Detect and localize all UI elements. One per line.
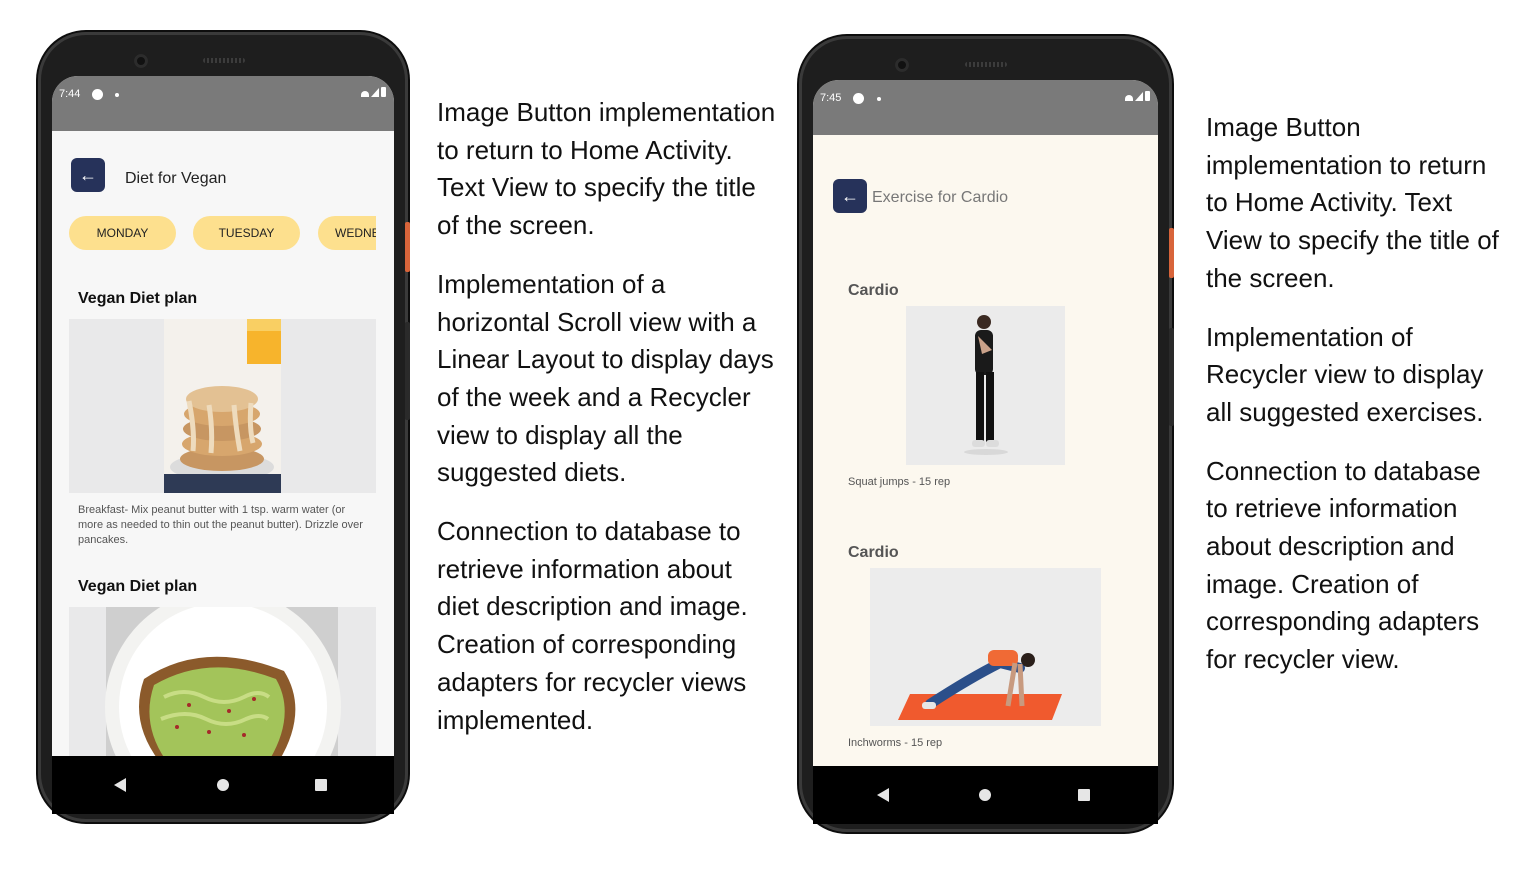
right-phone-screen: 7:45 ← Exercise for Cardio Cardio Squat …	[813, 80, 1158, 824]
page-title: Diet for Vegan	[125, 170, 227, 187]
exercise-card-title: Cardio	[848, 282, 899, 299]
pancakes-photo	[69, 319, 376, 493]
volume-button	[1169, 228, 1174, 278]
day-chip-monday[interactable]: MONDAY	[69, 216, 176, 250]
exercise-recycler-view[interactable]: Cardio Squat jumps - 15 rep Cardio Inchw…	[813, 270, 1158, 770]
page-title: Exercise for Cardio	[872, 189, 1009, 206]
signal-icon	[1135, 92, 1143, 101]
diet-recycler-view[interactable]: Vegan Diet plan Breakfast- Mix peanut bu…	[52, 276, 394, 767]
left-phone-frame: 7:44 ← Diet for Vegan MONDAY TUESDAY WED…	[38, 32, 410, 822]
system-status-icons	[1125, 91, 1150, 101]
notification-small-dot-icon	[877, 97, 881, 101]
left-description: Image Button implementation to return to…	[437, 94, 777, 760]
power-button	[405, 322, 410, 420]
front-camera-icon	[134, 54, 148, 68]
wifi-icon	[1125, 95, 1133, 101]
nav-recent-apps-icon[interactable]	[1078, 789, 1090, 801]
arrow-left-icon: ←	[841, 185, 859, 206]
status-bar: 7:45	[813, 80, 1158, 135]
navigation-bar	[813, 766, 1158, 824]
nav-back-icon[interactable]	[114, 778, 126, 792]
nav-home-icon[interactable]	[979, 789, 991, 801]
status-bar: 7:44	[52, 76, 394, 131]
battery-icon	[1145, 91, 1150, 101]
diet-card-title: Vegan Diet plan	[78, 290, 198, 307]
day-chip-tuesday[interactable]: TUESDAY	[193, 216, 300, 250]
nav-recent-apps-icon[interactable]	[315, 779, 327, 791]
exercise-card-caption: Inchworms - 15 rep	[848, 737, 943, 749]
diet-card-title: Vegan Diet plan	[78, 578, 198, 595]
left-phone-screen: 7:44 ← Diet for Vegan MONDAY TUESDAY WED…	[52, 76, 394, 814]
diet-card-description: Breakfast- Mix peanut butter with 1 tsp.…	[78, 504, 363, 546]
description-paragraph: Implementation of a horizontal Scroll vi…	[437, 268, 774, 488]
nav-home-icon[interactable]	[217, 779, 229, 791]
back-button[interactable]: ←	[833, 179, 867, 213]
squat-jumps-photo	[906, 306, 1065, 465]
status-time: 7:45	[820, 92, 842, 104]
notification-small-dot-icon	[115, 93, 119, 97]
exercise-card-caption: Squat jumps - 15 rep	[848, 476, 951, 488]
avocado-toast-photo	[69, 607, 376, 767]
system-status-icons	[361, 87, 386, 97]
signal-icon	[371, 88, 379, 97]
arrow-left-icon: ←	[79, 164, 97, 185]
notification-dot-icon	[853, 93, 864, 104]
front-camera-icon	[895, 58, 909, 72]
description-paragraph: Connection to database to retrieve infor…	[1206, 455, 1481, 675]
description-paragraph: Implementation of Recycler view to displ…	[1206, 321, 1484, 427]
status-time: 7:44	[59, 88, 81, 100]
volume-button	[405, 222, 410, 272]
day-chip-wednesday[interactable]: WEDNE	[318, 216, 376, 250]
nav-back-icon[interactable]	[877, 788, 889, 802]
back-button[interactable]: ←	[71, 158, 105, 192]
description-paragraph: Image Button implementation to return to…	[1206, 112, 1499, 293]
days-scroll-view[interactable]: MONDAY TUESDAY WEDNE	[52, 214, 394, 252]
wifi-icon	[361, 91, 369, 97]
inchworms-photo	[870, 568, 1101, 726]
earpiece-speaker	[965, 62, 1007, 67]
right-phone-frame: 7:45 ← Exercise for Cardio Cardio Squat …	[799, 36, 1174, 832]
description-paragraph: Image Button implementation to return to…	[437, 97, 776, 241]
earpiece-speaker	[203, 58, 245, 63]
notification-dot-icon	[92, 89, 103, 100]
navigation-bar	[52, 756, 394, 814]
exercise-card-title: Cardio	[848, 544, 899, 561]
description-paragraph: Connection to database to retrieve infor…	[437, 516, 748, 735]
battery-icon	[381, 87, 386, 97]
power-button	[1169, 328, 1174, 426]
right-description: Image Button implementation to return to…	[1206, 109, 1506, 700]
